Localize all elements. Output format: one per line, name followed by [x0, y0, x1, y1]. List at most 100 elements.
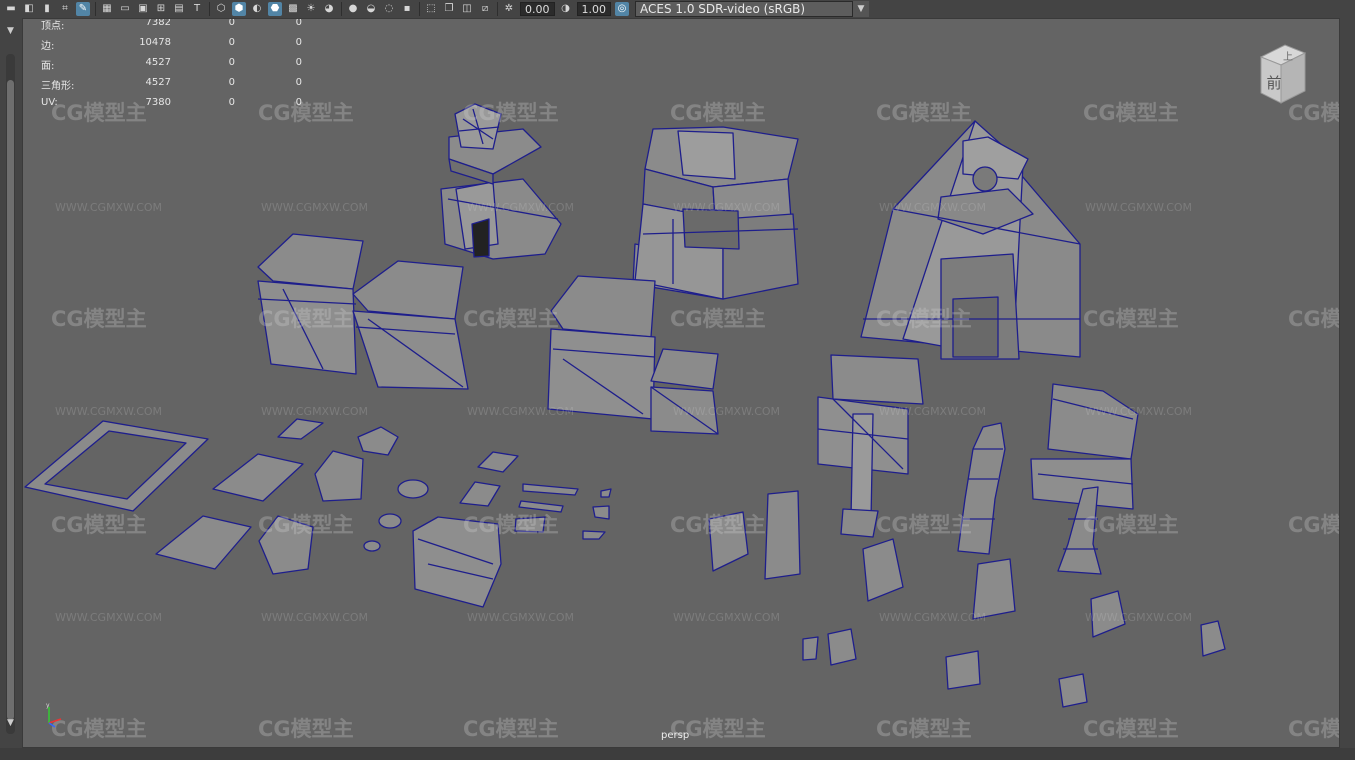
hud-label: 顶点: [41, 21, 65, 32]
bottom-panel-strip [0, 748, 1355, 760]
hud-value: 0 [295, 37, 302, 48]
watermark-logo: CG模型主 [51, 307, 147, 331]
color-management-icon[interactable]: ◎ [615, 2, 629, 16]
scroll-up-arrow-icon[interactable]: ▼ [4, 26, 17, 38]
view-cube-top-label: 上 [1283, 51, 1293, 63]
scrollbar-thumb[interactable] [7, 80, 14, 720]
exposure-field[interactable]: 0.00 [520, 2, 555, 16]
toolbar-divider [341, 2, 342, 16]
shadows-icon[interactable]: ◕ [322, 2, 336, 16]
lock-camera-icon[interactable]: ◧ [22, 2, 36, 16]
smooth-shade-icon[interactable]: ⬢ [232, 2, 246, 16]
xray-joints-icon[interactable]: ◫ [460, 2, 474, 16]
wireframe-on-shaded-icon[interactable]: ⬣ [268, 2, 282, 16]
lighting-icon[interactable]: ☀ [304, 2, 318, 16]
watermark-logo: CG模型主 [258, 513, 354, 537]
hud-value: 0 [295, 77, 302, 88]
textures-icon[interactable]: ▩ [286, 2, 300, 16]
exposure-icon[interactable]: ✲ [502, 2, 516, 16]
axis-gizmo: y [46, 703, 62, 728]
hud-value: 0 [295, 57, 302, 68]
hud-value: 7382 [145, 18, 171, 28]
depth-of-field-icon[interactable]: ▪ [400, 2, 414, 16]
watermark-url: WWW.CGMXW.COM [55, 611, 163, 624]
hud-value: 0 [228, 97, 235, 108]
watermark-url: WWW.CGMXW.COM [467, 405, 575, 418]
watermark-url: WWW.CGMXW.COM [261, 611, 369, 624]
resolution-gate-icon[interactable]: ▣ [136, 2, 150, 16]
colorspace-select[interactable]: ACES 1.0 SDR-video (sRGB) [635, 1, 853, 17]
view-cube[interactable]: 上 前 [1255, 43, 1307, 105]
hud-value: 4527 [145, 57, 171, 68]
watermark-url: WWW.CGMXW.COM [261, 201, 369, 214]
watermark-logo: CG模型主 [1083, 307, 1179, 331]
watermark-logo: CG模型主 [1288, 307, 1340, 331]
watermark-logo: CG模型主 [1288, 513, 1340, 537]
flat-shade-icon[interactable]: ◐ [250, 2, 264, 16]
hud-row-triangles: 三角形: 4527 0 0 [41, 77, 302, 97]
isolate-icon[interactable]: ⬚ [424, 2, 438, 16]
watermark-url: WWW.CGMXW.COM [55, 405, 163, 418]
perspective-viewport[interactable]: CG模型主 CG模型主 CG模型主 CG模型主 CG模型主 CG模型主 CG模型… [22, 18, 1340, 748]
gamma-icon[interactable]: ◑ [559, 2, 573, 16]
grease-pencil-icon[interactable]: ✎ [76, 2, 90, 16]
watermark-url: WWW.CGMXW.COM [673, 611, 781, 624]
hud-value: 0 [228, 37, 235, 48]
watermark-url: WWW.CGMXW.COM [261, 405, 369, 418]
gamma-field[interactable]: 1.00 [576, 2, 611, 16]
watermark-logo: CG模型主 [876, 101, 972, 125]
mesh-building-left-b[interactable] [352, 260, 469, 390]
watermark-url: WWW.CGMXW.COM [879, 405, 987, 418]
hud-value: 0 [295, 18, 302, 28]
xray-icon[interactable]: ❐ [442, 2, 456, 16]
watermark-logo: CG模型主 [670, 513, 766, 537]
watermark-logo: CG模型主 [463, 307, 559, 331]
gate-mask-icon[interactable]: ⊞ [154, 2, 168, 16]
watermark-url: WWW.CGMXW.COM [673, 405, 781, 418]
antialias-icon[interactable]: ◌ [382, 2, 396, 16]
hud-label: 三角形: [41, 81, 75, 92]
image-plane-icon[interactable]: ⌗ [58, 2, 72, 16]
watermark-url: WWW.CGMXW.COM [1085, 201, 1193, 214]
hud-value: 0 [228, 57, 235, 68]
scene-meshes[interactable] [23, 19, 1340, 748]
grid-icon[interactable]: ▦ [100, 2, 114, 16]
watermark-url: WWW.CGMXW.COM [879, 611, 987, 624]
mesh-statue-temple[interactable] [440, 103, 562, 260]
mesh-building-center-b[interactable] [650, 348, 719, 435]
hud-value: 0 [228, 18, 235, 28]
mesh-frame-tile[interactable] [24, 420, 209, 512]
camera-icon[interactable]: ▬ [4, 2, 18, 16]
toolbar-divider [419, 2, 420, 16]
hud-value: 10478 [139, 37, 171, 48]
toolbar-divider [209, 2, 210, 16]
watermark-url: WWW.CGMXW.COM [467, 201, 575, 214]
watermark-url: WWW.CGMXW.COM [467, 611, 575, 624]
hud-value: 0 [295, 97, 302, 108]
watermark-logo: CG模型主 [1288, 717, 1340, 741]
hud-label: 边: [41, 41, 55, 52]
watermark-logo: CG模型主 [463, 513, 559, 537]
watermark-logo: CG模型主 [51, 513, 147, 537]
chevron-down-icon[interactable]: ▼ [853, 1, 869, 17]
field-chart-icon[interactable]: ▤ [172, 2, 186, 16]
scroll-down-arrow-icon[interactable]: ▼ [4, 718, 17, 730]
toolbar-divider [497, 2, 498, 16]
safe-title-icon[interactable]: T [190, 2, 204, 16]
mesh-building-center-a[interactable] [547, 275, 656, 420]
film-gate-icon[interactable]: ▭ [118, 2, 132, 16]
bookmark-icon[interactable]: ▮ [40, 2, 54, 16]
hud-row-uvs: UV: 7380 0 0 [41, 97, 302, 117]
watermark-logo: CG模型主 [258, 717, 354, 741]
motion-blur-icon[interactable]: ◒ [364, 2, 378, 16]
camera-attributes-icon[interactable]: ⧄ [478, 2, 492, 16]
hud-row-edges: 边: 10478 0 0 [41, 37, 302, 57]
wireframe-icon[interactable]: ⬡ [214, 2, 228, 16]
watermark-logo: CG模型主 [876, 307, 972, 331]
ambient-occlusion-icon[interactable]: ● [346, 2, 360, 16]
watermark-logo: CG模型主 [670, 307, 766, 331]
view-cube-front-label: 前 [1266, 74, 1281, 92]
watermark-logo: CG模型主 [463, 101, 559, 125]
left-panel-strip: ▼ ▼ [0, 18, 22, 760]
watermark-logo: CG模型主 [876, 513, 972, 537]
